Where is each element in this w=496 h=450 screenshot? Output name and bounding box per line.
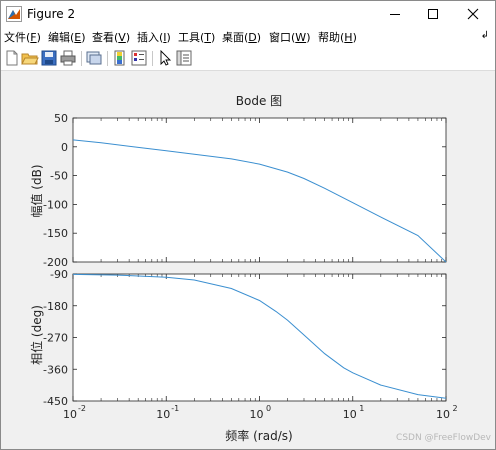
minimize-button[interactable] (375, 1, 415, 27)
phase-ytick-label: -360 (43, 363, 68, 376)
print-icon[interactable] (59, 49, 77, 67)
toolbar-separator (107, 51, 108, 66)
figure-window: Figure 2 文件(F) 编辑(E) 查看(V) 插入(I) 工具(T) 桌… (0, 0, 496, 450)
frequency-xtick-label: 10 (250, 408, 264, 421)
chart-title: Bode 图 (236, 94, 282, 108)
close-icon (467, 8, 479, 20)
frequency-xtick-exponent: 2 (452, 404, 457, 413)
insert-legend-icon[interactable] (130, 49, 148, 67)
frequency-xtick-exponent: 0 (266, 404, 271, 413)
magnitude-ytick-label: 50 (54, 112, 68, 125)
phase-ytick-label: -90 (50, 268, 68, 281)
magnitude-ytick-label: -150 (43, 227, 68, 240)
menu-edit[interactable]: 编辑(E) (48, 29, 86, 45)
phase-axes: -90-180-270-360-45010 -2 10 -1 10 0 10 1 10 2 (43, 268, 458, 421)
matlab-figure-icon (6, 6, 22, 22)
open-file-icon[interactable] (21, 49, 39, 67)
toolbar-separator (81, 51, 82, 66)
close-button[interactable] (453, 1, 493, 27)
magnitude-ylabel: 幅值 (dB) (29, 164, 44, 217)
window-title: Figure 2 (27, 7, 76, 21)
maximize-icon (428, 9, 438, 19)
property-inspector-icon[interactable] (175, 49, 193, 67)
frequency-xtick-exponent: 1 (359, 404, 364, 413)
minimize-icon (390, 14, 400, 15)
figure-canvas: Bode 图 50 0 -50 -100 -150 -200 -90 -180 -270 -36… (1, 71, 495, 449)
title-bar[interactable]: Figure 2 (1, 1, 495, 27)
menu-bar: 文件(F) 编辑(E) 查看(V) 插入(I) 工具(T) 桌面(D) 窗口(W… (1, 27, 495, 46)
frequency-xtick-label: 10 (343, 408, 357, 421)
menu-window[interactable]: 窗口(W) (269, 29, 310, 45)
watermark: CSDN @FreeFlowDev (396, 433, 491, 443)
menu-file[interactable]: 文件(F) (4, 29, 41, 45)
bode-plot[interactable]: Bode 图 500-50-100-150-200 -90-180-270-36… (1, 71, 495, 449)
phase-ylabel: 相位 (deg) (29, 305, 44, 365)
toolbar-separator (152, 51, 153, 66)
frequency-xtick-label: 10 (436, 408, 450, 421)
phase-ytick-label: -450 (43, 395, 68, 408)
maximize-button[interactable] (413, 1, 453, 27)
magnitude-ytick-label: 0 (61, 141, 68, 154)
menu-help[interactable]: 帮助(H) (318, 29, 357, 45)
phase-plot-area (72, 273, 447, 402)
magnitude-axes: 500-50-100-150-200 (43, 112, 447, 269)
link-plot-icon[interactable] (85, 49, 103, 67)
menu-view[interactable]: 查看(V) (92, 29, 130, 45)
toolbar (1, 46, 495, 71)
menu-desktop[interactable]: 桌面(D) (222, 29, 261, 45)
menu-tools[interactable]: 工具(T) (178, 29, 215, 45)
frequency-xtick-label: 10 (63, 408, 77, 421)
phase-ytick-label: -270 (43, 332, 68, 345)
magnitude-ytick-label: -100 (43, 198, 68, 211)
new-figure-icon[interactable] (3, 49, 21, 67)
menu-overflow-arrow-icon[interactable]: ↲ (481, 30, 489, 41)
frequency-xtick-exponent: -2 (78, 404, 86, 413)
frequency-xtick-label: 10 (156, 408, 170, 421)
insert-colorbar-icon[interactable] (111, 49, 129, 67)
menu-insert[interactable]: 插入(I) (137, 29, 171, 45)
magnitude-ytick-label: -50 (50, 170, 68, 183)
edit-plot-pointer-icon[interactable] (156, 49, 174, 67)
frequency-xtick-exponent: -1 (171, 404, 179, 413)
phase-ytick-label: -180 (43, 300, 68, 313)
frequency-xlabel: 频率 (rad/s) (225, 428, 292, 443)
magnitude-plot-area (72, 117, 447, 263)
save-icon[interactable] (40, 49, 58, 67)
